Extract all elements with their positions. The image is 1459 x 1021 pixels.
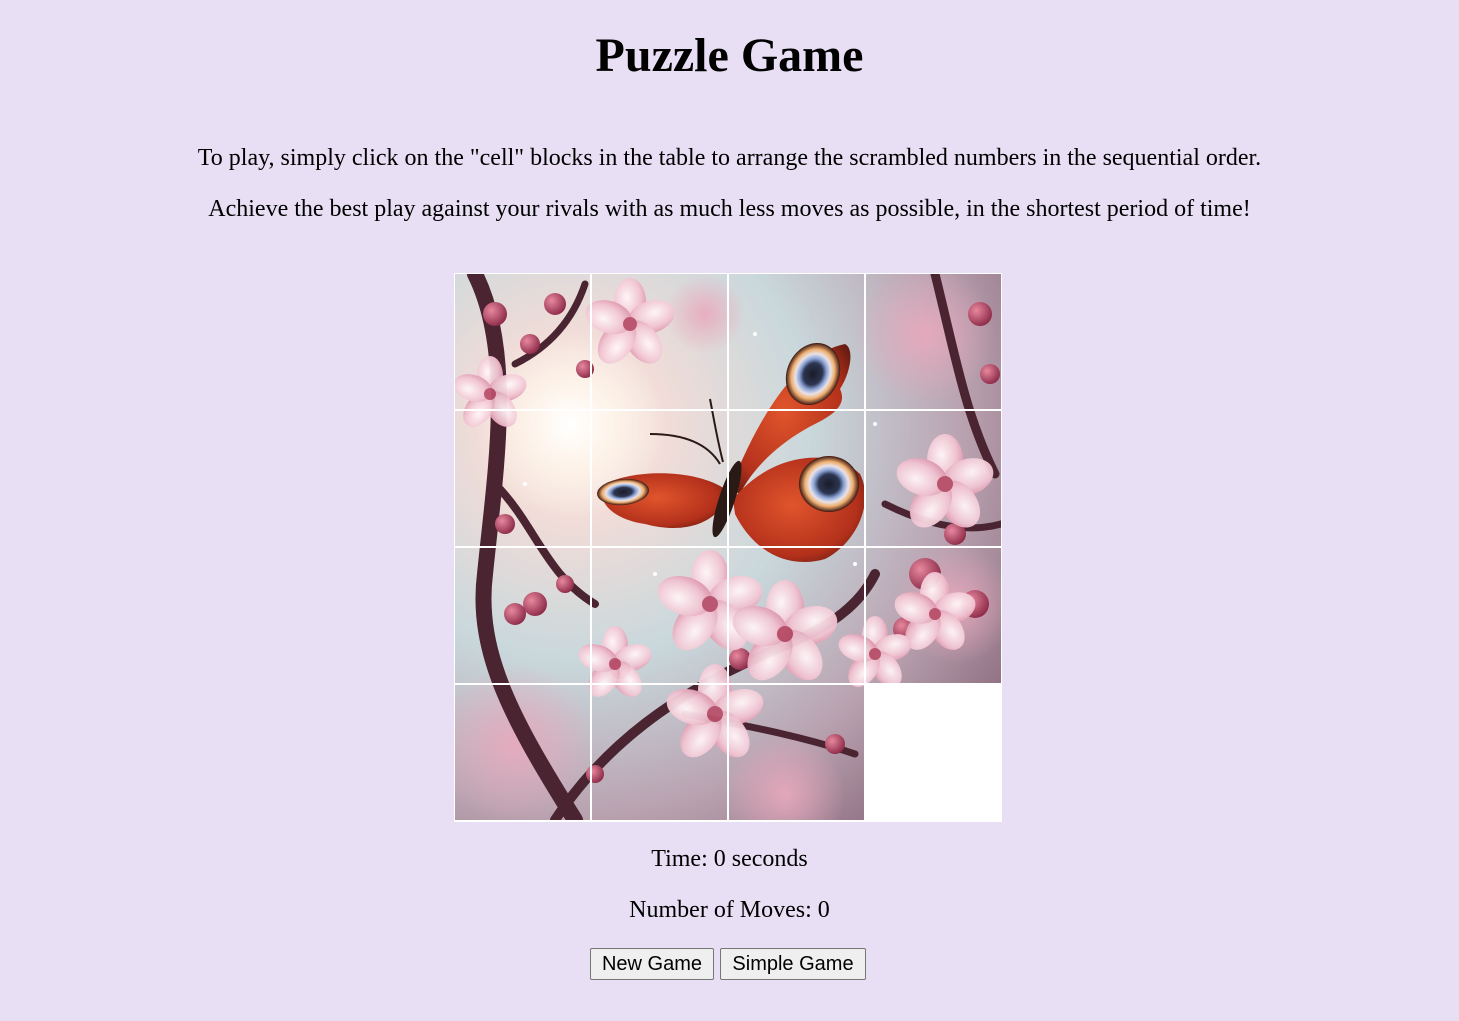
butterfly-cherry-blossom-image [592,274,727,409]
puzzle-tile-2[interactable] [592,274,727,409]
puzzle-tile-11[interactable] [729,548,864,683]
puzzle-tile-14[interactable] [592,685,727,820]
empty-cell[interactable] [866,685,1001,820]
instructions-line-1: To play, simply click on the "cell" bloc… [197,145,1262,171]
butterfly-cherry-blossom-image [455,411,590,546]
puzzle-board [454,273,1002,822]
puzzle-tile-1[interactable] [455,274,590,409]
puzzle-tile-8[interactable] [866,411,1001,546]
time-display: Time: 0 seconds [651,846,808,872]
butterfly-cherry-blossom-image [455,274,590,409]
puzzle-tile-3[interactable] [729,274,864,409]
new-game-button[interactable]: New Game [590,948,714,980]
puzzle-tile-9[interactable] [455,548,590,683]
instructions-line-2: Achieve the best play against your rival… [208,196,1251,222]
puzzle-tile-4[interactable] [866,274,1001,409]
butterfly-cherry-blossom-image [729,274,864,409]
butterfly-cherry-blossom-image [592,411,727,546]
butterfly-cherry-blossom-image [592,548,727,683]
puzzle-tile-5[interactable] [455,411,590,546]
puzzle-tile-6[interactable] [592,411,727,546]
butterfly-cherry-blossom-image [455,685,590,820]
page-title: Puzzle Game [595,29,864,82]
butterfly-cherry-blossom-image [729,685,864,820]
puzzle-tile-12[interactable] [866,548,1001,683]
butterfly-cherry-blossom-image [866,548,1001,683]
butterfly-cherry-blossom-image [729,411,864,546]
puzzle-tile-7[interactable] [729,411,864,546]
butterfly-cherry-blossom-image [866,411,1001,546]
simple-game-button[interactable]: Simple Game [720,948,866,980]
moves-display: Number of Moves: 0 [629,897,830,923]
butterfly-cherry-blossom-image [455,548,590,683]
puzzle-tile-15[interactable] [729,685,864,820]
puzzle-tile-13[interactable] [455,685,590,820]
butterfly-cherry-blossom-image [729,548,864,683]
puzzle-tile-10[interactable] [592,548,727,683]
butterfly-cherry-blossom-image [592,685,727,820]
butterfly-cherry-blossom-image [866,274,1001,409]
